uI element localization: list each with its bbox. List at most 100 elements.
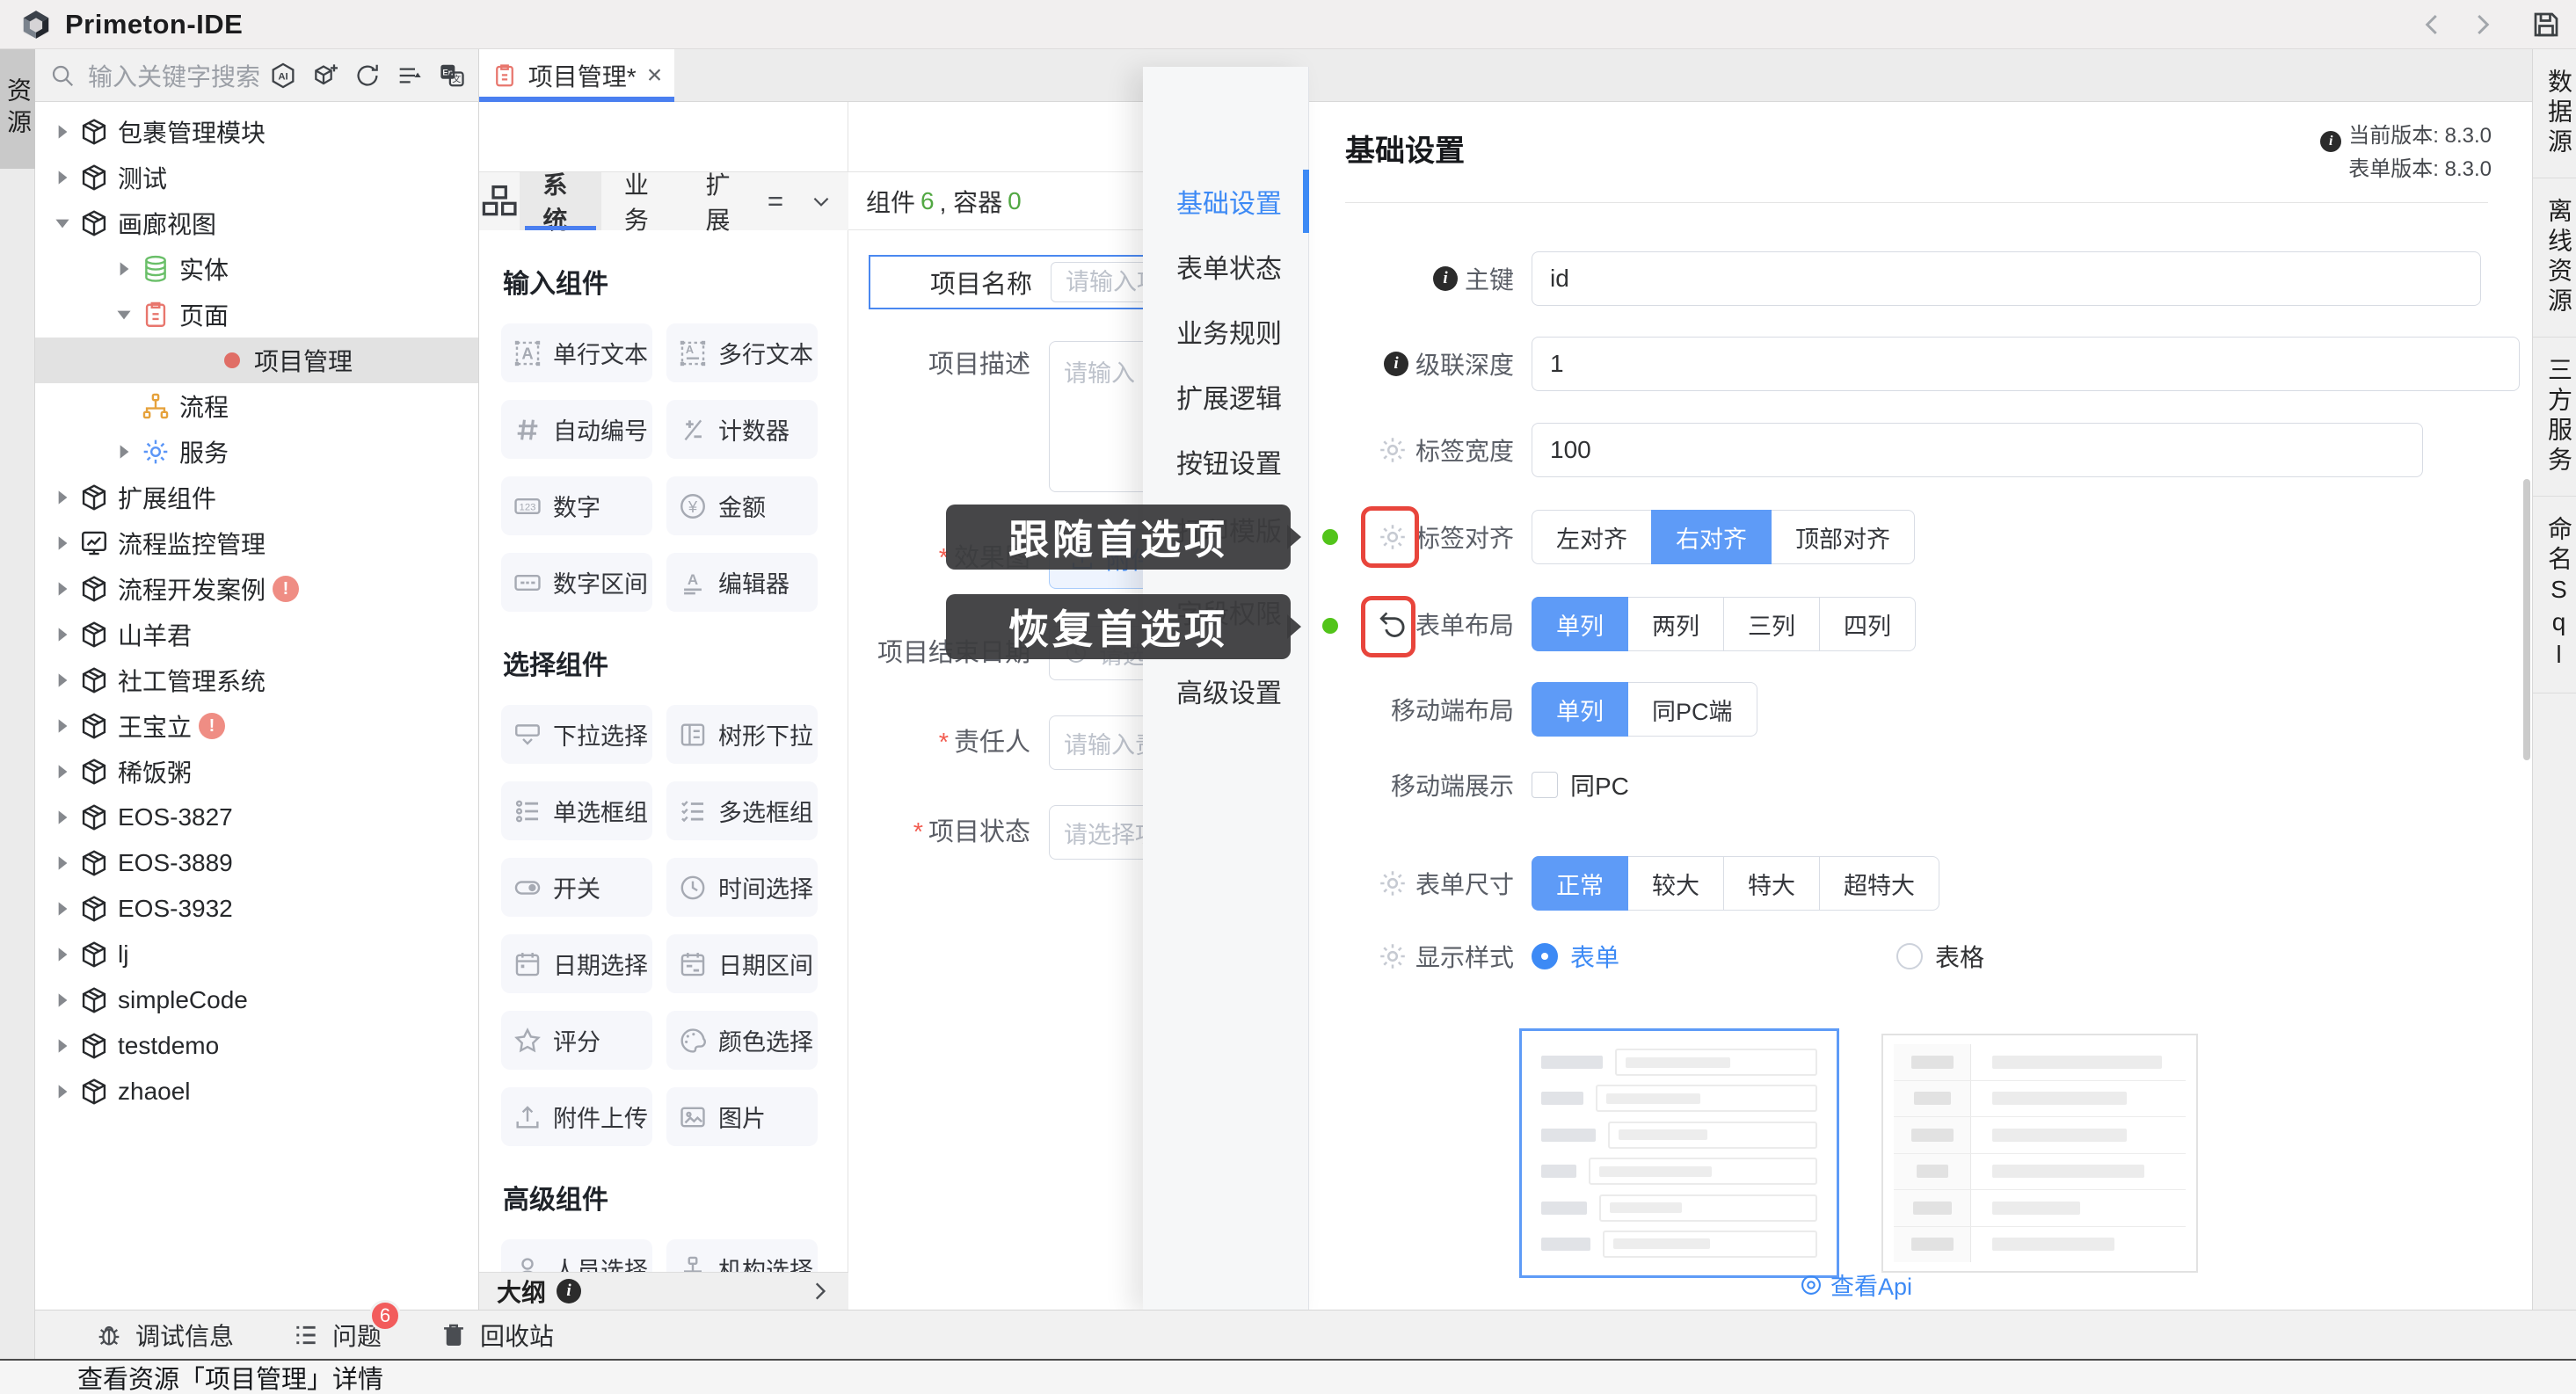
tree-item-15[interactable]: 稀饭粥 <box>35 749 478 795</box>
expand-right-icon[interactable] <box>51 806 74 829</box>
settings-menu-item-按钮设置[interactable]: 按钮设置 <box>1143 430 1308 493</box>
segment-option-特大[interactable]: 特大 <box>1723 856 1820 911</box>
radio-表单[interactable] <box>1532 943 1558 969</box>
tree-item-7[interactable]: 流程 <box>35 383 478 429</box>
segment-option-左对齐[interactable]: 左对齐 <box>1532 510 1652 564</box>
radio-group-表单[interactable]: 表单 <box>1532 939 1619 974</box>
expand-right-icon[interactable] <box>51 989 74 1012</box>
radio-表格[interactable] <box>1896 943 1923 969</box>
expand-right-icon[interactable] <box>113 440 135 463</box>
right-rail-tab-离线资源[interactable]: 离线资源 <box>2533 178 2576 338</box>
component-chip-日期选择[interactable]: 日期选择 <box>501 934 652 993</box>
component-chip-多选框组[interactable]: 多选框组 <box>666 781 818 840</box>
scrollbar-thumb[interactable] <box>2523 479 2530 760</box>
expand-right-icon[interactable] <box>51 1035 74 1057</box>
settings-input-标签宽度[interactable] <box>1532 423 2423 477</box>
component-chip-人员选择[interactable]: 人员选择 <box>501 1239 652 1272</box>
component-chip-金额[interactable]: ¥金额 <box>666 476 818 535</box>
tree-item-3[interactable]: 画廊视图 <box>35 200 478 246</box>
segment-option-两列[interactable]: 两列 <box>1627 597 1724 651</box>
right-rail-tab-三方服务[interactable]: 三方服务 <box>2533 338 2576 497</box>
view-api-link[interactable]: 查看Api <box>1799 1267 1912 1302</box>
tree-item-17[interactable]: EOS-3889 <box>35 840 478 886</box>
form-style-preview-selected[interactable] <box>1519 1028 1839 1278</box>
expand-down-icon[interactable] <box>113 303 135 326</box>
outline-bar[interactable]: 大纲 i <box>479 1272 848 1310</box>
segment-option-三列[interactable]: 三列 <box>1723 597 1820 651</box>
tab-close-icon[interactable]: × <box>647 61 663 91</box>
settings-menu-item-基础设置[interactable]: 基础设置 <box>1143 170 1308 233</box>
expand-right-icon[interactable] <box>51 166 74 189</box>
settings-input-主键[interactable] <box>1532 251 2481 306</box>
expand-down-icon[interactable] <box>51 212 74 235</box>
translate-icon[interactable]: En文 <box>438 62 466 90</box>
expand-right-icon[interactable] <box>51 577 74 600</box>
settings-input-级联深度[interactable] <box>1532 337 2520 391</box>
tree-item-18[interactable]: EOS-3932 <box>35 886 478 932</box>
radio-group-表格[interactable]: 表格 <box>1896 939 1984 974</box>
segment-option-超特大[interactable]: 超特大 <box>1819 856 1939 911</box>
expand-right-icon[interactable] <box>51 852 74 875</box>
component-chip-多行文本[interactable]: A多行文本 <box>666 323 818 382</box>
expand-right-icon[interactable] <box>51 669 74 692</box>
palette-tab-扩展[interactable]: 扩展 <box>682 172 764 230</box>
tree-item-16[interactable]: EOS-3827 <box>35 795 478 840</box>
segment-option-单列[interactable]: 单列 <box>1532 682 1628 737</box>
component-chip-图片[interactable]: 图片 <box>666 1087 818 1146</box>
settings-menu-item-业务规则[interactable]: 业务规则 <box>1143 300 1308 363</box>
expand-right-icon[interactable] <box>51 623 74 646</box>
tree-item-10[interactable]: 流程监控管理 <box>35 520 478 566</box>
bottom-bar-问题[interactable]: 问题6 <box>292 1318 382 1353</box>
component-chip-计数器[interactable]: 计数器 <box>666 400 818 459</box>
tree-item-21[interactable]: testdemo <box>35 1023 478 1069</box>
settings-menu-item-高级设置[interactable]: 高级设置 <box>1143 659 1308 722</box>
refresh-icon[interactable] <box>353 62 382 90</box>
tab-project-management[interactable]: 项目管理* × <box>479 49 674 102</box>
tree-item-13[interactable]: 社工管理系统 <box>35 657 478 703</box>
rail-tab-resources[interactable]: 资源 <box>0 49 35 169</box>
segment-option-正常[interactable]: 正常 <box>1532 856 1628 911</box>
tree-item-1[interactable]: 包裹管理模块 <box>35 109 478 155</box>
tree-item-8[interactable]: 服务 <box>35 429 478 475</box>
component-chip-评分[interactable]: 评分 <box>501 1011 652 1070</box>
settings-menu-item-扩展逻辑[interactable]: 扩展逻辑 <box>1143 365 1308 428</box>
bottom-bar-调试信息[interactable]: 调试信息 <box>95 1318 234 1353</box>
component-chip-单选框组[interactable]: 单选框组 <box>501 781 652 840</box>
component-chip-单行文本[interactable]: A单行文本 <box>501 323 652 382</box>
segment-option-单列[interactable]: 单列 <box>1532 597 1628 651</box>
component-chip-日期区间[interactable]: 日期区间 <box>666 934 818 993</box>
expand-right-icon[interactable] <box>113 258 135 280</box>
segment-option-右对齐[interactable]: 右对齐 <box>1651 510 1772 564</box>
right-rail-tab-命名Sql[interactable]: 命名Sql <box>2533 497 2576 693</box>
save-icon[interactable] <box>2530 9 2562 40</box>
component-chip-下拉选择[interactable]: 下拉选择 <box>501 705 652 764</box>
tree-item-22[interactable]: zhaoel <box>35 1069 478 1114</box>
tree-item-12[interactable]: 山羊君 <box>35 612 478 657</box>
component-chip-时间选择[interactable]: 时间选择 <box>666 858 818 917</box>
component-chip-开关[interactable]: 开关 <box>501 858 652 917</box>
expand-right-icon[interactable] <box>51 532 74 555</box>
segment-option-顶部对齐[interactable]: 顶部对齐 <box>1771 510 1915 564</box>
tree-item-11[interactable]: 流程开发案例! <box>35 566 478 612</box>
ai-icon[interactable]: AI <box>269 62 297 90</box>
checkbox-同PC[interactable] <box>1532 772 1558 798</box>
expand-right-icon[interactable] <box>51 897 74 920</box>
search-input[interactable]: 输入关键字搜索 <box>88 58 260 93</box>
nav-back-icon[interactable] <box>2420 11 2446 38</box>
tree-item-2[interactable]: 测试 <box>35 155 478 200</box>
expand-right-icon[interactable] <box>51 715 74 737</box>
settings-menu-item-表单状态[interactable]: 表单状态 <box>1143 235 1308 298</box>
expand-right-icon[interactable] <box>51 943 74 966</box>
table-style-preview[interactable] <box>1881 1034 2198 1273</box>
tree-item-5[interactable]: 页面 <box>35 292 478 338</box>
sort-list-icon[interactable] <box>396 62 424 90</box>
grid-icon[interactable] <box>479 172 520 230</box>
box-add-icon[interactable] <box>311 62 339 90</box>
expand-right-icon[interactable] <box>51 1080 74 1103</box>
chevron-down-icon[interactable] <box>810 190 833 213</box>
segment-option-较大[interactable]: 较大 <box>1627 856 1724 911</box>
component-chip-数字区间[interactable]: 数字区间 <box>501 553 652 612</box>
expand-right-icon[interactable] <box>51 486 74 509</box>
segment-option-四列[interactable]: 四列 <box>1819 597 1916 651</box>
expand-right-icon[interactable] <box>51 760 74 783</box>
